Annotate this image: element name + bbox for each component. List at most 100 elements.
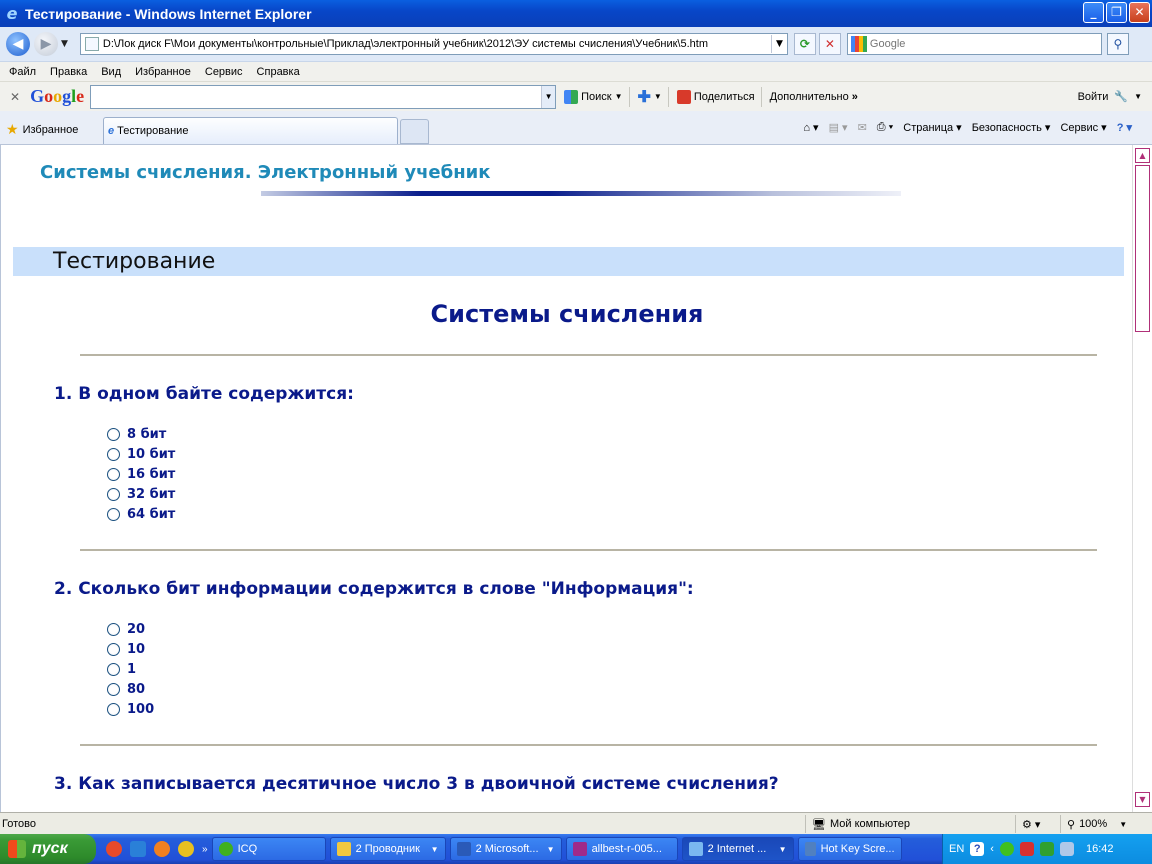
radio-button[interactable] [107,683,120,696]
option-1-1[interactable]: 8 бит [107,427,166,442]
vertical-scrollbar[interactable]: ▲ ▼ [1132,145,1152,812]
add-button[interactable]: ✚ ▼ [638,87,662,107]
option-label: 1 [127,662,137,677]
google-search-button[interactable]: Поиск ▼ [564,89,623,104]
scroll-down-icon[interactable]: ▼ [1135,792,1150,807]
menu-view[interactable]: Вид [101,66,121,78]
tools-menu[interactable]: Сервис ▾ [1060,121,1106,134]
wrench-icon[interactable]: 🔧 [1114,90,1128,103]
back-button[interactable]: ◀ [6,32,30,56]
radio-button[interactable] [107,623,120,636]
desktop-icon[interactable] [130,841,146,857]
zoom-level: 100% [1079,818,1108,830]
zoom-control[interactable]: ⚲ 100% ▼ [1060,815,1152,833]
radio-button[interactable] [107,703,120,716]
security-tray-icon[interactable] [1039,842,1054,856]
search-input[interactable] [869,38,1070,50]
help-icon[interactable]: ? ▾ [1117,121,1132,134]
expand-icon[interactable]: » [202,844,208,855]
page-menu[interactable]: Страница ▾ [903,121,961,134]
option-1-3[interactable]: 16 бит [107,467,175,482]
minimize-button[interactable]: _ [1083,2,1104,23]
sign-in-button[interactable]: Войти [1078,91,1109,103]
forward-button[interactable]: ▶ [34,32,58,56]
history-dropdown-icon[interactable]: ▼ [61,39,68,49]
favorites-button[interactable]: ★ Избранное [6,121,78,138]
divider [80,354,1097,356]
network-tray-icon[interactable] [1059,842,1074,856]
protected-mode-panel[interactable]: ⚙ ▾ [1015,815,1060,833]
more-button[interactable]: Дополнительно » [770,91,858,103]
stop-button[interactable]: ✕ [818,33,841,55]
option-1-5[interactable]: 64 бит [107,507,175,522]
address-bar[interactable]: D:\Лок диск F\Мои документы\контрольные\… [79,33,788,55]
icq-tray-icon[interactable] [999,842,1014,856]
new-tab-button[interactable] [400,119,429,144]
radio-button[interactable] [107,488,120,501]
radio-button[interactable] [107,448,120,461]
help-tray-icon[interactable]: ? [970,842,985,856]
option-2-2[interactable]: 10 [107,642,145,657]
taskbar-button-icq[interactable]: ICQ [211,837,326,861]
print-icon[interactable]: ⎙ ▾ [877,121,893,134]
menu-help[interactable]: Справка [257,66,300,78]
menu-tools[interactable]: Сервис [205,66,243,78]
mail-icon[interactable]: ✉ [858,121,867,134]
question-2: 2. Сколько бит информации содержится в с… [54,579,694,599]
zone-panel: 🖥 Мой компьютер [805,815,995,833]
tab-testing[interactable]: e Тестирование [103,117,398,144]
google-search-input[interactable]: ▼ [90,84,557,109]
refresh-button[interactable]: ⟳ [793,33,816,55]
chevron-down-icon: ▼ [546,844,555,854]
taskbar-button-word[interactable]: 2 Microsoft... ▼ [449,837,562,861]
taskbar-button-ie[interactable]: 2 Internet ... ▼ [681,837,794,861]
option-label: 64 бит [127,507,176,522]
share-button[interactable]: Поделиться [676,89,755,104]
address-url[interactable]: D:\Лок диск F\Мои документы\контрольные\… [103,38,771,50]
option-1-4[interactable]: 32 бит [107,487,175,502]
radio-button[interactable] [107,643,120,656]
option-2-4[interactable]: 80 [107,682,145,697]
menu-edit[interactable]: Правка [50,66,87,78]
option-2-1[interactable]: 20 [107,622,145,637]
radio-button[interactable] [107,663,120,676]
scrollbar-thumb[interactable] [1135,165,1150,332]
option-1-2[interactable]: 10 бит [107,447,175,462]
home-icon[interactable]: ⌂ ▾ [803,121,818,134]
radio-button[interactable] [107,508,120,521]
chevron-down-icon: ▼ [1119,819,1128,829]
chevron-down-icon[interactable]: ▼ [1134,92,1142,101]
menu-favorites[interactable]: Избранное [135,66,191,78]
double-chevron-icon: » [851,90,858,103]
rss-icon[interactable]: ▤ ▾ [829,121,848,134]
antivirus-tray-icon[interactable] [1019,842,1034,856]
search-box[interactable] [846,33,1102,55]
show-hidden-icon[interactable]: ‹ [990,843,994,855]
search-button[interactable]: ⚲ [1106,33,1129,55]
smiley-icon[interactable] [178,841,194,857]
option-2-3[interactable]: 1 [107,662,136,677]
chrome-icon[interactable] [106,841,122,857]
scroll-up-icon[interactable]: ▲ [1135,148,1150,163]
address-dropdown-icon[interactable]: ▼ [770,35,787,53]
language-indicator[interactable]: EN [949,843,964,855]
maximize-button[interactable]: ❐ [1106,2,1127,23]
screen-capture-icon [804,842,816,856]
menu-file[interactable]: Файл [9,66,36,78]
windows-flag-icon [8,840,26,858]
taskbar-button-hotkey[interactable]: Hot Key Scre... [797,837,902,861]
close-toolbar-icon[interactable]: ✕ [10,90,20,104]
close-button[interactable]: ✕ [1129,2,1150,23]
radio-button[interactable] [107,468,120,481]
taskbar-button-archive[interactable]: allbest-r-005... [565,837,678,861]
google-search-dropdown-icon[interactable]: ▼ [541,85,556,108]
taskbar-button-explorer[interactable]: 2 Проводник ▼ [329,837,446,861]
option-2-5[interactable]: 100 [107,702,154,717]
safety-menu[interactable]: Безопасность ▾ [972,121,1051,134]
start-button[interactable]: пуск [0,834,96,864]
mail-agent-icon[interactable] [154,841,170,857]
clock[interactable]: 16:42 [1086,843,1114,855]
taskbar-label: 2 Internet ... [707,843,767,855]
radio-button[interactable] [107,428,120,441]
separator [760,86,762,107]
